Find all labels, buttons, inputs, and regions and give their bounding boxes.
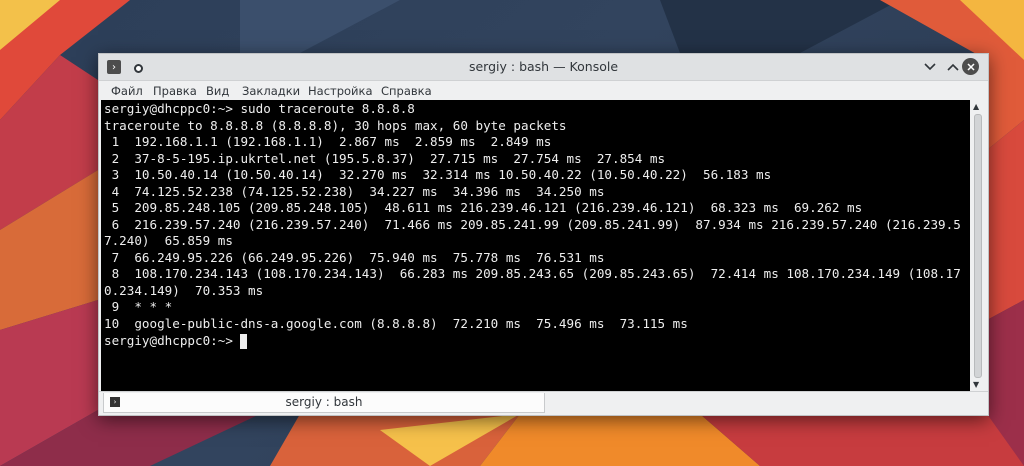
konsole-window: › sergiy : bash — Konsole Файл Правка Ви…	[98, 53, 989, 416]
chevron-down-icon	[924, 63, 936, 71]
menu-settings[interactable]: Настройка	[308, 84, 373, 98]
terminal-line: traceroute to 8.8.8.8 (8.8.8.8), 30 hops…	[104, 118, 567, 133]
close-icon	[966, 62, 975, 71]
terminal-line: 7.240) 65.859 ms	[104, 233, 233, 248]
menu-help[interactable]: Справка	[381, 84, 432, 98]
scroll-up-icon[interactable]: ▲	[973, 102, 979, 111]
terminal-line: 8 108.170.234.143 (108.170.234.143) 66.2…	[104, 266, 961, 281]
terminal-cursor	[240, 334, 247, 349]
scroll-thumb[interactable]	[974, 114, 982, 378]
terminal-line: 7 66.249.95.226 (66.249.95.226) 75.940 m…	[104, 250, 605, 265]
terminal-line: sergiy@dhcppc0:~> sudo traceroute 8.8.8.…	[104, 101, 415, 116]
terminal-line: 9 * * *	[104, 299, 173, 314]
window-title: sergiy : bash — Konsole	[468, 59, 619, 74]
chevron-up-icon	[947, 63, 959, 71]
terminal-line: 10 google-public-dns-a.google.com (8.8.8…	[104, 316, 688, 331]
terminal-output[interactable]: sergiy@dhcppc0:~> sudo traceroute 8.8.8.…	[101, 100, 970, 391]
menu-edit[interactable]: Правка	[153, 84, 197, 98]
minimize-button[interactable]	[921, 58, 939, 76]
menu-bar: Файл Правка Вид Закладки Настройка Справ…	[99, 81, 988, 101]
terminal-line: 5 209.85.248.105 (209.85.248.105) 48.611…	[104, 200, 863, 215]
terminal-line: 1 192.168.1.1 (192.168.1.1) 2.867 ms 2.8…	[104, 134, 552, 149]
terminal-prompt: sergiy@dhcppc0:~>	[104, 333, 241, 348]
terminal-scrollbar[interactable]: ▲ ▼	[971, 100, 985, 391]
menu-view[interactable]: Вид	[206, 84, 229, 98]
tab-session[interactable]: › sergiy : bash	[103, 393, 545, 413]
title-bar[interactable]: › sergiy : bash — Konsole	[99, 54, 988, 81]
terminal-line: 6 216.239.57.240 (216.239.57.240) 71.466…	[104, 217, 961, 232]
menu-file[interactable]: Файл	[111, 84, 143, 98]
tab-bar: › sergiy : bash	[99, 391, 988, 414]
terminal-line: 4 74.125.52.238 (74.125.52.238) 34.227 m…	[104, 184, 605, 199]
tab-label: sergiy : bash	[285, 395, 363, 409]
maximize-button[interactable]	[944, 58, 962, 76]
terminal-line: 3 10.50.40.14 (10.50.40.14) 32.270 ms 32…	[104, 167, 772, 182]
scroll-down-icon[interactable]: ▼	[973, 380, 979, 389]
terminal-line: 0.234.149) 70.353 ms	[104, 283, 264, 298]
menu-bookmarks[interactable]: Закладки	[242, 84, 300, 98]
terminal-line: 2 37-8-5-195.ip.ukrtel.net (195.5.8.37) …	[104, 151, 666, 166]
close-button[interactable]	[962, 58, 979, 75]
